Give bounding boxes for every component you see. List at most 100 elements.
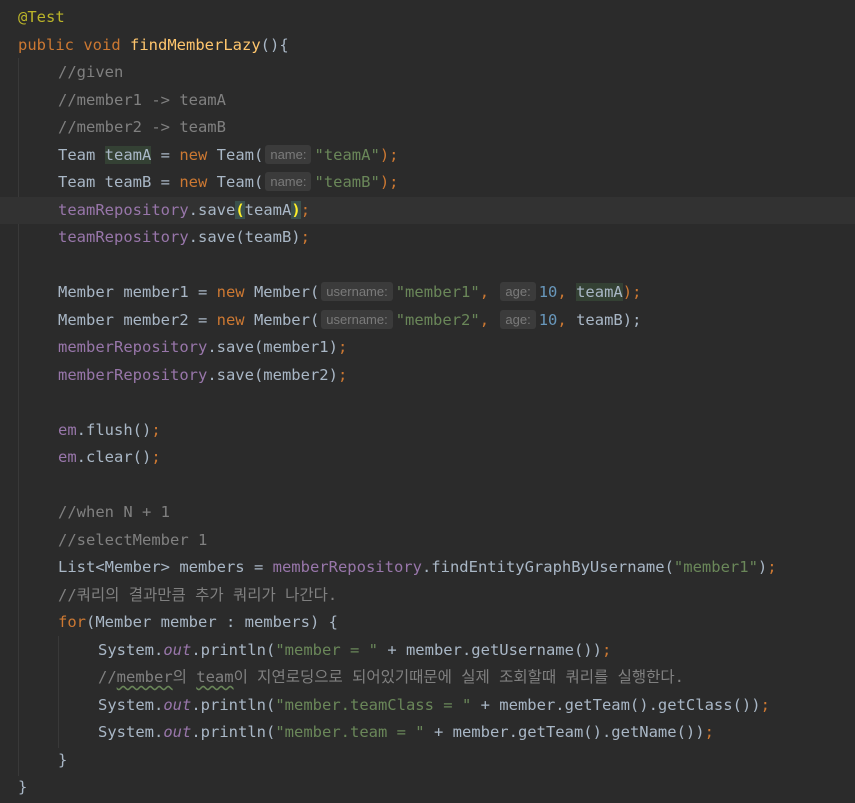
string-literal: "member.team = " (275, 723, 425, 741)
field: em (58, 420, 77, 439)
code-text: , (479, 310, 490, 329)
code-line[interactable]: //쿼리의 결과만큼 추가 쿼리가 나간다. (0, 582, 855, 610)
code-line[interactable]: System.out.println("member.team = " + me… (0, 719, 855, 747)
code-text: .println( (191, 695, 276, 714)
code-text: System. (98, 695, 164, 714)
code-text: , (557, 310, 567, 329)
code-line[interactable]: //selectMember 1 (0, 527, 855, 555)
code-text: Team( (207, 173, 264, 191)
number-literal: 10 (538, 283, 558, 301)
parameter-hint: username: (321, 309, 393, 329)
comment: //when N + 1 (58, 503, 170, 521)
code-line[interactable]: em.clear(); (0, 444, 855, 472)
code-text: ; (300, 228, 310, 246)
code-text: + member.getTeam().getName()) (424, 723, 705, 741)
code-line[interactable]: } (0, 747, 855, 775)
code-line[interactable]: //member의 team이 지연로딩으로 되어있기때문에 실제 조회할때 쿼… (0, 664, 855, 692)
string-literal: "member = " (275, 640, 378, 659)
code-line[interactable]: //when N + 1 (0, 499, 855, 527)
code-line[interactable]: Member member2 = new Member(username: "me… (0, 307, 855, 335)
code-line[interactable]: public void findMemberLazy(){ (0, 32, 855, 60)
string-literal: "member.teamClass = " (275, 695, 472, 714)
code-text: System. (98, 640, 164, 659)
field: memberRepository (58, 338, 208, 356)
variable-highlight: teamA (104, 145, 152, 164)
parameter-hint: age: (500, 282, 536, 301)
code-text: Team (58, 173, 96, 191)
code-line[interactable]: System.out.println("member.teamClass = "… (0, 692, 855, 720)
code-line[interactable]: Team teamA = new Team(name: "teamA"); (0, 142, 855, 170)
keyword: new (216, 310, 245, 329)
annotation: @Test (18, 8, 65, 26)
code-line[interactable]: //member1 -> teamA (0, 87, 855, 115)
code-text: Member( (244, 283, 320, 301)
parameter-hint: name: (265, 144, 312, 164)
method-name: findMemberLazy (130, 35, 261, 54)
static-field: out (163, 640, 192, 659)
code-text: ) (757, 558, 768, 576)
string-literal: "member2" (395, 310, 480, 329)
variable-highlight: teamA (576, 283, 623, 301)
code-text: ); (622, 283, 642, 301)
field: em (58, 448, 77, 466)
brace-match: ( (235, 200, 245, 219)
code-text: .save(member1) (207, 338, 338, 356)
code-text: ; (300, 200, 311, 219)
code-line[interactable]: for(Member member : members) { (0, 609, 855, 637)
code-text: teamA (244, 200, 292, 219)
code-line[interactable]: System.out.println("member = " + member.… (0, 637, 855, 665)
parameter-hint: name: (265, 172, 312, 191)
keyword: void (83, 35, 121, 54)
code-line[interactable]: memberRepository.save(member1); (0, 334, 855, 362)
keyword: public (18, 35, 74, 54)
code-text: Team (58, 145, 96, 164)
code-line[interactable]: Member member1 = new Member(username: "me… (0, 279, 855, 307)
code-line-current[interactable]: teamRepository.save(teamA); (0, 196, 855, 224)
code-text: ; (337, 365, 348, 384)
code-line[interactable]: teamRepository.save(teamB); (0, 224, 855, 252)
code-text: Team( (207, 145, 264, 164)
code-text: ; (151, 448, 161, 466)
brace-match: ) (291, 200, 301, 219)
keyword: new (179, 145, 208, 164)
code-text: ; (337, 338, 348, 356)
parameter-hint: username: (321, 282, 393, 301)
string-literal: "teamB" (314, 173, 380, 191)
code-editor[interactable]: @Test public void findMemberLazy(){ //gi… (0, 0, 855, 803)
code-line[interactable]: Team teamB = new Team(name: "teamB"); (0, 169, 855, 197)
code-text: ; (760, 695, 770, 714)
code-text: .println( (191, 640, 276, 659)
code-line[interactable]: //given (0, 59, 855, 87)
string-literal: "teamA" (314, 145, 380, 164)
code-text: Member( (244, 310, 320, 329)
code-line[interactable]: List<Member> members = memberRepository.… (0, 554, 855, 582)
code-text: , (479, 283, 490, 301)
comment: //given (58, 63, 124, 81)
comment-typo: member (116, 668, 173, 686)
static-field: out (163, 695, 192, 714)
code-text: .println( (191, 723, 276, 741)
code-text: ; (767, 558, 777, 576)
code-line[interactable]: } (0, 774, 855, 802)
code-text: .save (188, 200, 236, 219)
code-text: .findEntityGraphByUsername( (421, 558, 674, 576)
field: teamRepository (58, 200, 189, 219)
field: memberRepository (58, 365, 208, 384)
comment: 이 지연로딩으로 되어있기때문에 실제 조회할때 쿼리를 실행한다. (233, 668, 684, 686)
code-text: System. (98, 723, 164, 741)
code-line[interactable]: @Test (0, 4, 855, 32)
number-literal: 10 (538, 310, 558, 329)
code-text: ; (601, 640, 612, 659)
comment: //member2 -> teamB (58, 118, 226, 136)
code-text: (Member member : members) { (86, 613, 338, 631)
code-line[interactable]: //member2 -> teamB (0, 114, 855, 142)
code-text: ; (151, 420, 161, 439)
keyword: new (216, 283, 245, 301)
code-line[interactable]: memberRepository.save(member2); (0, 362, 855, 390)
code-text: ); (379, 145, 399, 164)
comment: //member1 -> teamA (58, 90, 226, 109)
code-text: ); (379, 173, 399, 191)
code-line[interactable]: em.flush(); (0, 417, 855, 445)
string-literal: "member1" (673, 558, 758, 576)
keyword: new (179, 173, 208, 191)
